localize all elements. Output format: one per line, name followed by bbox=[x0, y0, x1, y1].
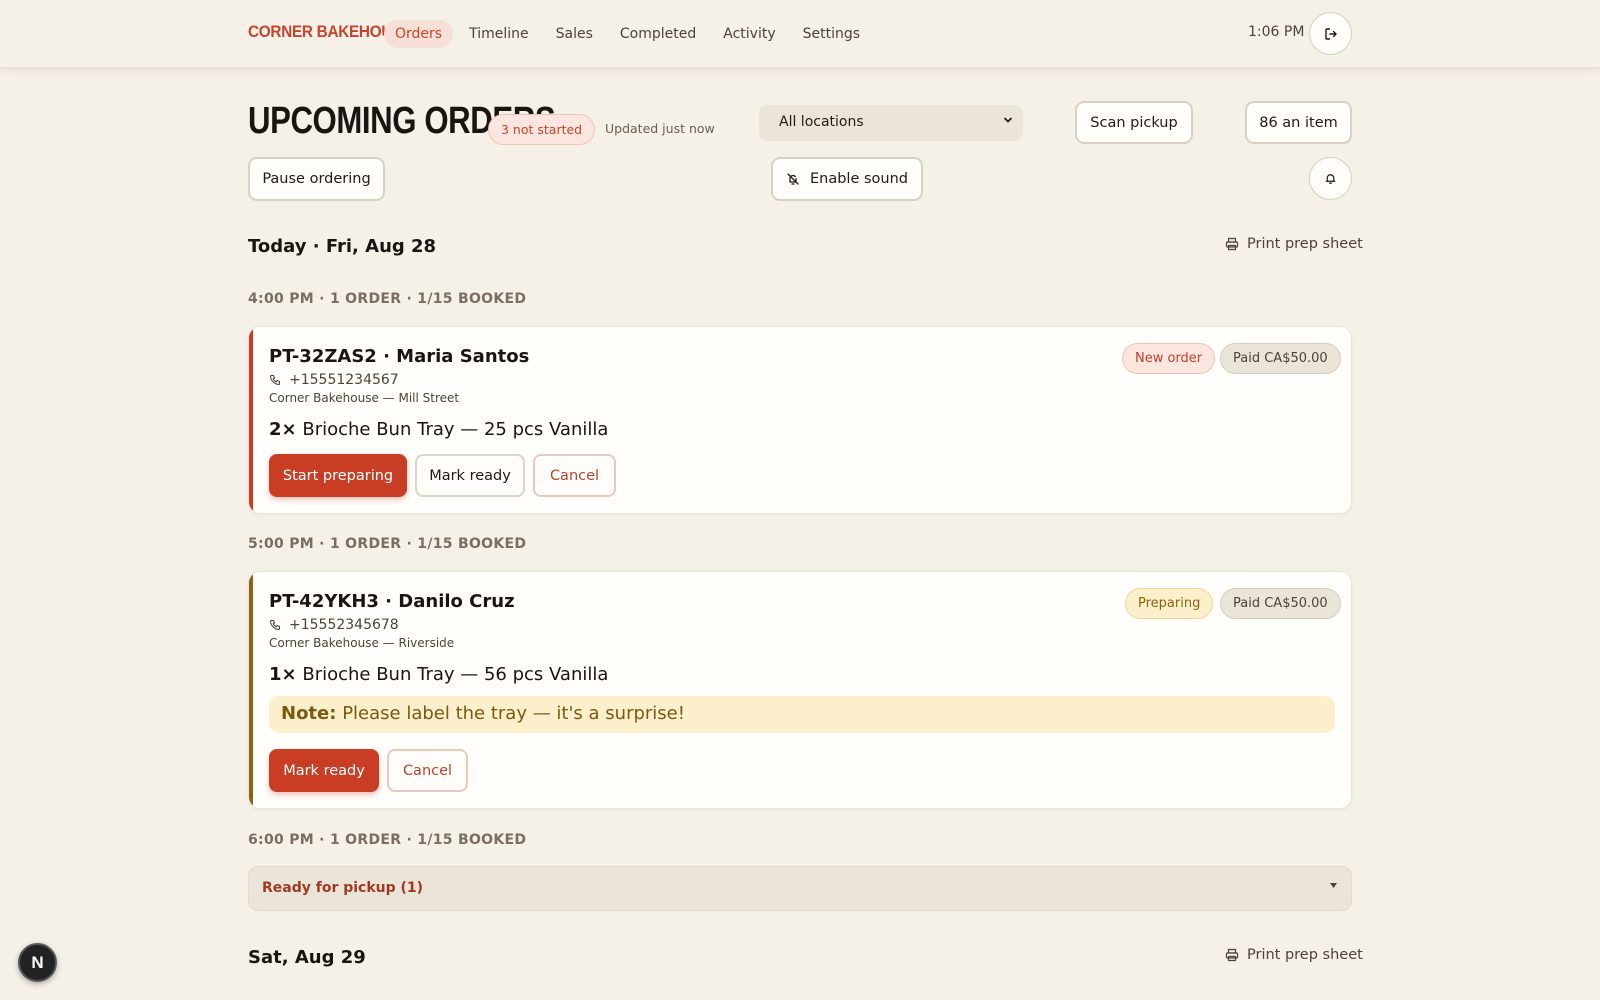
item-quantity: 1× bbox=[269, 664, 297, 685]
nav-item-activity[interactable]: Activity bbox=[712, 20, 786, 48]
ready-for-pickup-accordion[interactable]: Ready for pickup (1) bbox=[248, 866, 1352, 911]
accordion-label: Ready for pickup (1) bbox=[262, 880, 424, 896]
phone-icon bbox=[269, 374, 281, 386]
order-line-item: 1× Brioche Bun Tray — 56 pcs Vanilla bbox=[269, 664, 608, 685]
pause-ordering-button[interactable]: Pause ordering bbox=[248, 157, 385, 201]
slot-heading: 5:00 PM · 1 ORDER · 1/15 BOOKED bbox=[248, 536, 527, 552]
phone-number: +15551234567 bbox=[289, 372, 399, 388]
note-label: Note: bbox=[281, 703, 337, 724]
not-started-badge: 3 not started bbox=[488, 114, 596, 145]
slot-heading: 4:00 PM · 1 ORDER · 1/15 BOOKED bbox=[248, 291, 527, 307]
main-nav: Orders Timeline Sales Completed Activity… bbox=[384, 20, 876, 48]
print-prep-sheet-link[interactable]: Print prep sheet bbox=[1225, 236, 1363, 252]
nav-item-settings[interactable]: Settings bbox=[792, 20, 871, 48]
mark-ready-button[interactable]: Mark ready bbox=[269, 749, 379, 792]
payment-badge: Paid CA$50.00 bbox=[1220, 588, 1341, 619]
customer-phone[interactable]: +15551234567 bbox=[269, 372, 399, 388]
note-text: Please label the tray — it's a surprise! bbox=[342, 703, 685, 724]
mark-ready-button[interactable]: Mark ready bbox=[415, 454, 525, 497]
nav-item-completed[interactable]: Completed bbox=[609, 20, 707, 48]
order-line-item: 2× Brioche Bun Tray — 25 pcs Vanilla bbox=[269, 419, 608, 440]
payment-badge: Paid CA$50.00 bbox=[1220, 343, 1341, 374]
order-note: Note: Please label the tray — it's a sur… bbox=[269, 696, 1335, 733]
pickup-location: Corner Bakehouse — Riverside bbox=[269, 636, 455, 650]
print-prep-sheet-label: Print prep sheet bbox=[1247, 236, 1363, 252]
item-quantity: 2× bbox=[269, 419, 297, 440]
location-select-value: All locations bbox=[779, 114, 864, 130]
eighty-six-item-button[interactable]: 86 an item bbox=[1245, 101, 1352, 144]
cancel-order-button[interactable]: Cancel bbox=[387, 749, 468, 792]
order-title: PT-42YKH3 · Danilo Cruz bbox=[269, 591, 515, 612]
printer-icon bbox=[1225, 948, 1239, 962]
item-name: Brioche Bun Tray — 56 pcs Vanilla bbox=[302, 664, 609, 685]
bell-icon bbox=[1324, 172, 1337, 185]
notifications-button[interactable] bbox=[1309, 157, 1352, 200]
updated-status: Updated just now bbox=[605, 121, 715, 136]
day-heading-sat: Sat, Aug 29 bbox=[248, 947, 366, 968]
chevron-down-icon bbox=[1003, 115, 1013, 125]
dev-tools-badge[interactable]: N bbox=[18, 943, 57, 982]
order-card: PT-42YKH3 · Danilo Cruz +15552345678 Cor… bbox=[248, 571, 1352, 809]
location-select[interactable]: All locations bbox=[759, 105, 1023, 141]
print-prep-sheet-link[interactable]: Print prep sheet bbox=[1225, 947, 1363, 963]
clock: 1:06 PM bbox=[1248, 24, 1305, 40]
nav-item-timeline[interactable]: Timeline bbox=[458, 20, 540, 48]
pickup-location: Corner Bakehouse — Mill Street bbox=[269, 391, 460, 405]
enable-sound-button[interactable]: Enable sound bbox=[771, 157, 923, 201]
logout-icon bbox=[1324, 27, 1338, 41]
top-navbar: CORNER BAKEHOUSE Orders Timeline Sales C… bbox=[0, 0, 1600, 68]
nav-item-orders[interactable]: Orders bbox=[384, 20, 454, 48]
caret-down-icon bbox=[1330, 883, 1337, 889]
order-title: PT-32ZAS2 · Maria Santos bbox=[269, 346, 530, 367]
printer-icon bbox=[1225, 237, 1239, 251]
sound-off-icon bbox=[786, 172, 800, 186]
status-accent-bar bbox=[249, 572, 253, 808]
enable-sound-label: Enable sound bbox=[809, 171, 908, 187]
slot-heading: 6:00 PM · 1 ORDER · 1/15 BOOKED bbox=[248, 832, 527, 848]
status-accent-bar bbox=[249, 327, 253, 513]
scan-pickup-button[interactable]: Scan pickup bbox=[1075, 101, 1193, 144]
item-name: Brioche Bun Tray — 25 pcs Vanilla bbox=[302, 419, 609, 440]
phone-icon bbox=[269, 619, 281, 631]
start-preparing-button[interactable]: Start preparing bbox=[269, 454, 407, 497]
day-heading-today: Today · Fri, Aug 28 bbox=[248, 236, 437, 257]
status-badge: New order bbox=[1122, 343, 1216, 374]
customer-phone[interactable]: +15552345678 bbox=[269, 617, 399, 633]
status-badge: Preparing bbox=[1125, 588, 1214, 619]
print-prep-sheet-label: Print prep sheet bbox=[1247, 947, 1363, 963]
cancel-order-button[interactable]: Cancel bbox=[533, 454, 616, 497]
nav-item-sales[interactable]: Sales bbox=[545, 20, 604, 48]
phone-number: +15552345678 bbox=[289, 617, 399, 633]
order-card: PT-32ZAS2 · Maria Santos +15551234567 Co… bbox=[248, 326, 1352, 514]
logout-button[interactable] bbox=[1309, 12, 1352, 55]
